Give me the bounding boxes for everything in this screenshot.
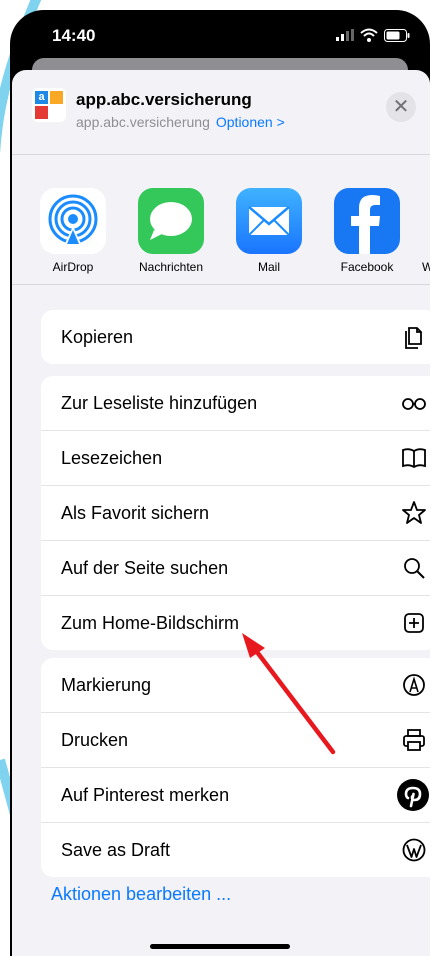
share-sheet: a app.abc.versicherung app.abc.versicher… <box>12 70 430 956</box>
action-add-to-home-screen[interactable]: Zum Home-Bildschirm <box>41 595 430 650</box>
action-find-on-page[interactable]: Auf der Seite suchen <box>41 540 430 595</box>
search-icon <box>404 558 425 579</box>
copy-icon <box>405 327 422 349</box>
star-icon <box>402 501 426 524</box>
home-indicator <box>150 944 290 949</box>
action-bookmark[interactable]: Lesezeichen <box>41 430 430 485</box>
share-target-mail[interactable]: Mail <box>224 188 314 274</box>
action-group-extensions: Markierung Drucken Auf Pinterest merken <box>41 658 430 877</box>
phone-screen: 14:40 a app.abc.versicherung app.abc.ver… <box>10 10 430 956</box>
action-print[interactable]: Drucken <box>41 712 430 767</box>
close-button[interactable]: ✕ <box>386 92 416 122</box>
edit-actions-link[interactable]: Aktionen bearbeiten ... <box>51 884 231 905</box>
share-target-messages[interactable]: Nachrichten <box>126 188 216 274</box>
action-save-as-draft[interactable]: Save as Draft <box>41 822 430 877</box>
action-markup[interactable]: Markierung <box>41 658 430 712</box>
messages-icon <box>138 188 204 254</box>
options-link[interactable]: Optionen > <box>216 114 285 130</box>
action-copy[interactable]: Kopieren <box>41 310 430 364</box>
share-sheet-header: a app.abc.versicherung app.abc.versicher… <box>12 70 430 155</box>
wordpress-icon <box>402 838 426 862</box>
share-targets-row: AirDrop Nachrichten Mail Facebook W <box>12 174 430 285</box>
glasses-icon <box>402 398 426 410</box>
status-icons <box>336 28 410 42</box>
signal-icon <box>336 29 354 41</box>
action-pinterest[interactable]: Auf Pinterest merken <box>41 767 430 822</box>
share-target-airdrop[interactable]: AirDrop <box>28 188 118 274</box>
share-sheet-title: app.abc.versicherung <box>76 90 252 109</box>
facebook-icon <box>334 188 400 254</box>
share-target-facebook[interactable]: Facebook <box>322 188 412 274</box>
app-icon: a <box>32 88 66 122</box>
add-square-icon <box>404 613 424 633</box>
action-reading-list[interactable]: Zur Leseliste hinzufügen <box>41 376 430 430</box>
battery-icon <box>384 28 410 42</box>
mail-icon <box>236 188 302 254</box>
book-icon <box>402 448 426 469</box>
action-group-copy: Kopieren <box>41 310 430 364</box>
status-bar: 14:40 <box>10 10 430 62</box>
printer-icon <box>403 729 425 751</box>
status-time: 14:40 <box>52 26 96 45</box>
share-target-whatsapp[interactable]: W <box>420 188 430 274</box>
markup-icon <box>403 674 425 696</box>
wifi-icon <box>360 28 378 42</box>
share-sheet-subtitle: app.abc.versicherung Optionen > <box>76 114 285 130</box>
airdrop-icon <box>40 188 106 254</box>
action-group-browser: Zur Leseliste hinzufügen Lesezeichen Als… <box>41 376 430 650</box>
action-favorite[interactable]: Als Favorit sichern <box>41 485 430 540</box>
pinterest-icon <box>397 779 429 811</box>
